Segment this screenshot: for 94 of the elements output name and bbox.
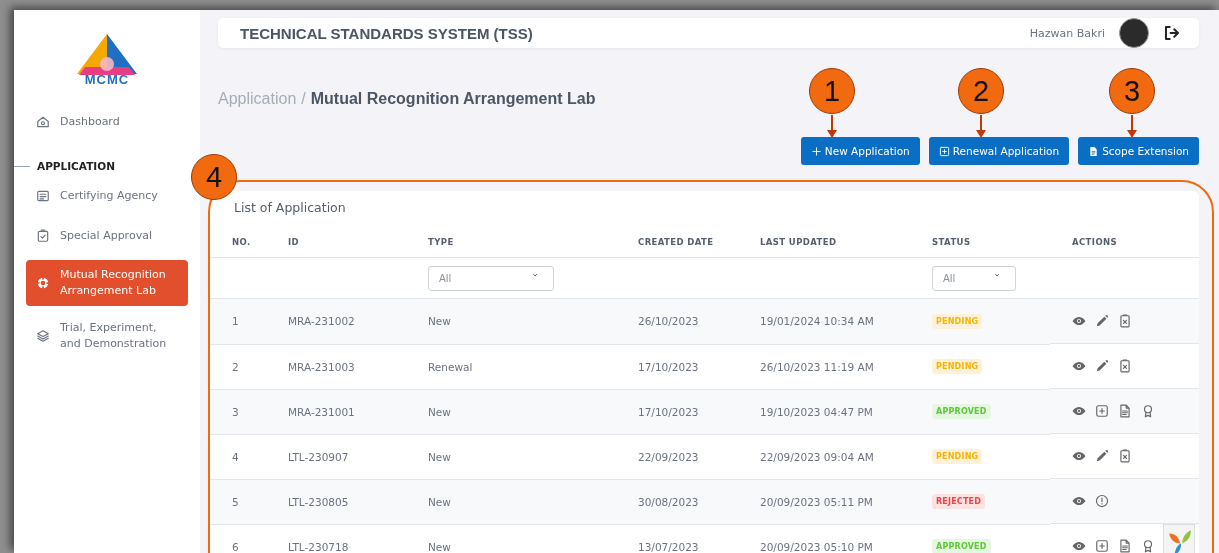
table-cell: New	[406, 479, 616, 524]
table-cell: MRA-231001	[266, 389, 406, 434]
leaf-logo-icon	[1166, 528, 1192, 553]
status-badge: APPROVED	[932, 404, 991, 419]
table-cell: 3	[210, 389, 266, 434]
debug-toolbar-button[interactable]	[1163, 524, 1195, 553]
avatar[interactable]	[1119, 18, 1149, 48]
action-button[interactable]: New Application	[800, 137, 920, 165]
status-badge: PENDING	[932, 313, 983, 329]
table-cell: New	[406, 524, 616, 553]
breadcrumb-separator: /	[301, 90, 306, 108]
plus-square-icon[interactable]	[1095, 404, 1109, 418]
cancel-document-icon[interactable]	[1118, 314, 1132, 328]
table-cell: 20/09/2023 05:11 PM	[738, 479, 910, 524]
sidebar-item[interactable]: Mutual Recognition Arrangement Lab	[26, 260, 188, 306]
column-header: LAST UPDATED	[738, 221, 910, 258]
home-icon	[36, 115, 50, 129]
column-header: TYPE	[406, 221, 616, 258]
table-cell: 17/10/2023	[616, 389, 738, 434]
section-heading: APPLICATION	[37, 160, 115, 172]
logout-icon[interactable]	[1163, 24, 1181, 42]
filter-dropdown[interactable]: All	[428, 265, 554, 291]
user-name: Hazwan Bakri	[1029, 26, 1105, 40]
layers-icon	[36, 329, 50, 343]
table-cell: 17/10/2023	[616, 344, 738, 389]
action-button[interactable]: Renewal Application	[928, 137, 1070, 165]
table-cell: 26/10/2023	[616, 298, 738, 344]
sidebar-item[interactable]: Certifying Agency	[26, 180, 188, 212]
table-cell: 13/07/2023	[616, 524, 738, 553]
cancel-document-icon[interactable]	[1118, 449, 1132, 463]
eye-icon[interactable]	[1072, 314, 1086, 328]
arrow	[826, 115, 838, 139]
action-button[interactable]: Scope Extension	[1078, 137, 1199, 165]
column-header: CREATED DATE	[616, 221, 738, 258]
table-cell: 22/09/2023	[616, 434, 738, 479]
eye-icon[interactable]	[1072, 494, 1086, 508]
sidebar-item[interactable]: Dashboard	[26, 106, 188, 138]
table-cell: LTL-230718	[266, 524, 406, 553]
logo-text: MCMC	[84, 73, 130, 86]
table-cell: 19/10/2023 04:47 PM	[738, 389, 910, 434]
status-badge: REJECTED	[932, 494, 986, 509]
table-cell: New	[406, 298, 616, 344]
award-icon[interactable]	[1141, 404, 1155, 418]
award-icon[interactable]	[1141, 539, 1155, 553]
info-icon[interactable]	[1095, 494, 1109, 508]
column-header: ACTIONS	[1050, 221, 1199, 258]
table-cell: 30/08/2023	[616, 479, 738, 524]
table-cell: 1	[210, 298, 266, 344]
app-title: TECHNICAL STANDARDS SYSTEM (TSS)	[240, 24, 533, 42]
table-cell: MRA-231003	[266, 344, 406, 389]
pencil-icon[interactable]	[1095, 359, 1109, 373]
table-cell: 22/09/2023 09:04 AM	[738, 434, 910, 479]
document-icon[interactable]	[1118, 404, 1132, 418]
table-cell: 6	[210, 524, 266, 553]
eye-icon[interactable]	[1072, 359, 1086, 373]
status-badge: PENDING	[932, 359, 983, 374]
sidebar-item[interactable]: Special Approval	[26, 220, 188, 252]
plus-square-icon	[938, 145, 950, 157]
table-cell: 5	[210, 479, 266, 524]
cancel-document-icon[interactable]	[1118, 359, 1132, 373]
eye-icon[interactable]	[1072, 449, 1086, 463]
document-icon	[1088, 145, 1100, 157]
clipboard-check-icon	[36, 229, 50, 243]
plus-square-icon[interactable]	[1095, 539, 1109, 553]
triangle-logo-icon	[77, 34, 137, 76]
table-cell: 26/10/2023 11:19 AM	[738, 344, 910, 389]
list-icon	[36, 189, 50, 203]
table-cell: LTL-230805	[266, 479, 406, 524]
column-header: ID	[266, 221, 406, 258]
table-cell: 19/01/2024 10:34 AM	[738, 298, 910, 344]
table-cell: 20/09/2023 05:10 PM	[738, 524, 910, 553]
pencil-icon[interactable]	[1095, 449, 1109, 463]
status-badge: APPROVED	[932, 539, 991, 553]
table-cell: MRA-231002	[266, 298, 406, 344]
sidebar-item[interactable]: Trial, Experiment, and Demonstration	[26, 314, 188, 358]
document-icon[interactable]	[1118, 539, 1132, 553]
status-badge: PENDING	[932, 449, 983, 464]
table-cell: 4	[210, 434, 266, 479]
filter-dropdown[interactable]: All	[932, 265, 1016, 291]
table-cell: New	[406, 434, 616, 479]
eye-icon[interactable]	[1072, 539, 1086, 553]
plus-icon	[810, 145, 822, 157]
pencil-icon[interactable]	[1095, 314, 1109, 328]
table-cell: New	[406, 389, 616, 434]
eye-icon[interactable]	[1072, 404, 1086, 418]
table-cell: 2	[210, 344, 266, 389]
arrow	[1126, 115, 1138, 139]
table-cell: Renewal	[406, 344, 616, 389]
table-title: List of Application	[234, 200, 346, 215]
column-header: STATUS	[910, 221, 1050, 258]
arrow	[975, 115, 987, 139]
table-cell: LTL-230907	[266, 434, 406, 479]
page-title: Mutual Recognition Arrangement Lab	[310, 90, 596, 108]
column-header: NO.	[210, 221, 266, 258]
